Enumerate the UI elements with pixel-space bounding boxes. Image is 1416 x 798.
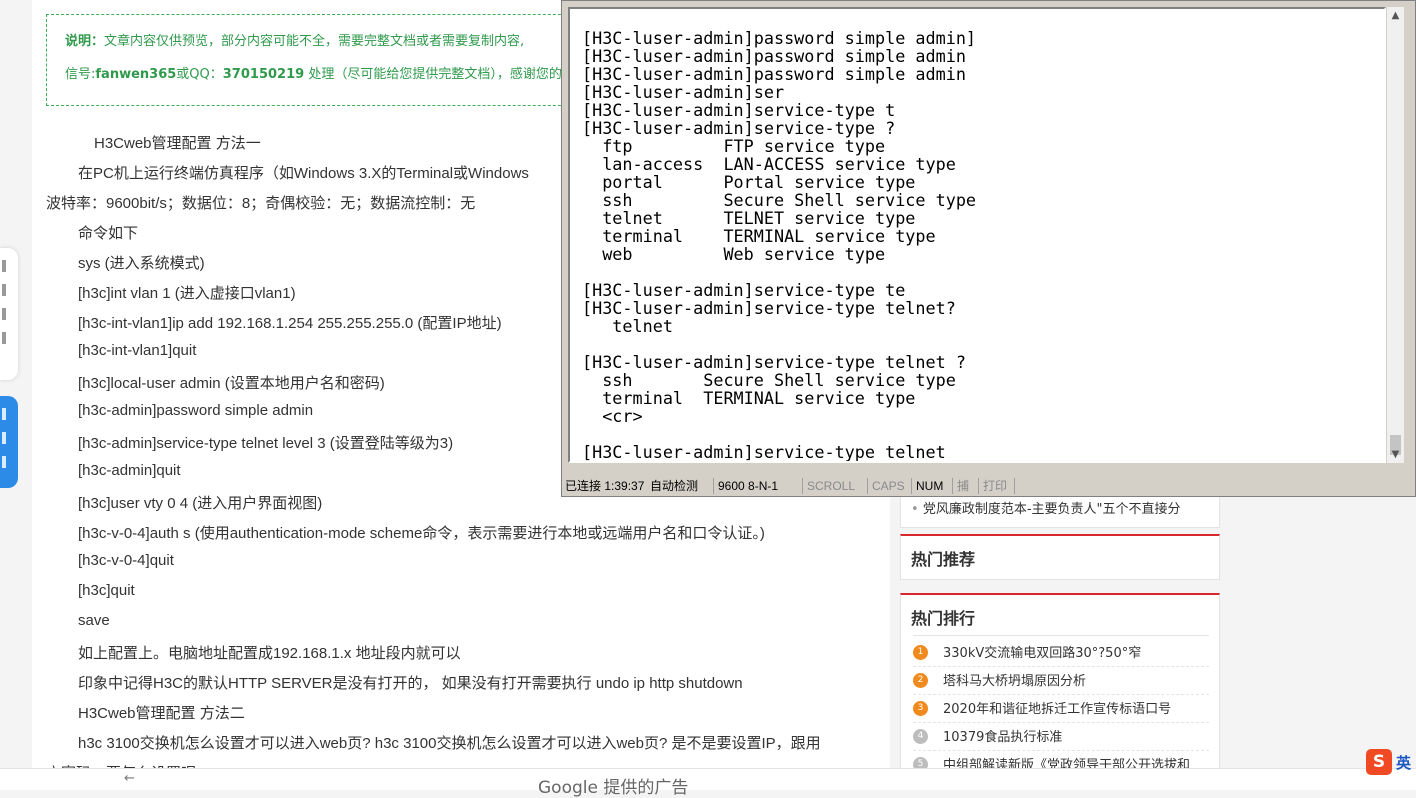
status-connection: 已连接 1:39:37 [565,479,645,493]
notice-qq-label: 或QQ： [176,67,223,82]
hot-rank-box: 热门排行 1 330kV交流输电双回路30°?50°窄 2 塔科马大桥坍塌原因分… [900,593,1220,789]
terminal-line: [H3C-luser-admin]service-type telnet [582,442,946,462]
side-float-tab-blue[interactable] [0,396,18,488]
hot-rank-title: 热门排行 [911,609,976,628]
command-line: [h3c-int-vlan1]ip add 192.168.1.254 255.… [78,315,502,332]
terminal-window[interactable]: [H3C-luser-admin]password simple admin][… [561,0,1416,497]
article-heading: H3Cweb管理配置 方法二 [78,705,245,722]
rank-link[interactable]: 2020年和谐征地拆迁工作宣传标语口号 [943,698,1171,717]
terminal-status-bar: 已连接 1:39:37 自动检测 9600 8-N-1 SCROLL CAPS … [562,476,1415,496]
terminal-line: ssh Secure Shell service type [582,190,977,210]
sidebar-link[interactable]: • 党风廉政制度范本-主要负责人"五个不直接分 [911,498,1180,517]
command-line: save [78,612,110,629]
status-scroll: SCROLL [802,478,855,494]
terminal-line: portal Portal service type [582,172,916,192]
rank-item[interactable]: 1 330kV交流输电双回路30°?50°窄 [913,638,1209,667]
article-paragraph: 波特率：9600bit/s；数据位：8；奇偶校验：无；数据流控制：无 [46,195,476,212]
article-paragraph: 在PC机上运行终端仿真程序（如Windows 3.X的Terminal或Wind… [78,165,529,182]
terminal-line: telnet TELNET service type [582,208,916,228]
command-line: sys (进入系统模式) [78,255,205,272]
status-caps: CAPS [867,478,905,494]
command-line: [h3c-admin]quit [78,462,181,479]
rank-link[interactable]: 330kV交流输电双回路30°?50°窄 [943,642,1141,661]
article-paragraph: 印象中记得H3C的默认HTTP SERVER是没有打开的， 如果没有打开需要执行… [78,675,743,692]
article-paragraph: 命令如下 [78,225,139,242]
rank-number: 4 [913,729,928,744]
bottom-ad-bar: ← Google 提供的广告 [0,768,1416,798]
terminal-line: <cr> [582,406,643,426]
notice-box: 说明：文章内容仅供预览，部分内容可能不全，需要完整文档或者需要复制内容, 信号:… [46,14,606,106]
terminal-line: [H3C-luser-admin]service-type telnet? [582,298,956,318]
command-line: [h3c]int vlan 1 (进入虚接口vlan1) [78,285,296,302]
terminal-screen[interactable]: [H3C-luser-admin]password simple admin][… [568,7,1386,463]
terminal-line: ssh Secure Shell service type [582,370,956,390]
command-line: [h3c-v-0-4]quit [78,552,174,569]
rank-number: 1 [913,645,928,660]
terminal-line: terminal TERMINAL service type [582,226,936,246]
notice-tail: 处理（尽可能给您提供完整文档），感谢您的 [304,67,562,82]
command-line: [h3c]user vty 0 4 (进入用户界面视图) [78,495,323,512]
terminal-line: [H3C-luser-admin]password simple admin [582,64,966,84]
notice-line-1: 说明：文章内容仅供预览，部分内容可能不全，需要完整文档或者需要复制内容, [65,25,605,58]
rank-link[interactable]: 10379食品执行标准 [943,726,1062,745]
hot-recommend-box: 热门推荐 [900,534,1220,580]
rank-item[interactable]: 4 10379食品执行标准 [913,722,1209,751]
terminal-line: [H3C-luser-admin]password simple admin] [582,28,977,48]
terminal-output: [H3C-luser-admin]password simple admin][… [582,29,976,461]
status-capture: 捕 [952,478,969,494]
status-baud: 9600 8-N-1 [713,478,778,494]
rank-number: 3 [913,701,928,716]
terminal-scrollbar[interactable]: ▲ ▼ [1387,7,1404,463]
status-divider [1014,478,1015,494]
command-line: [h3c-int-vlan1]quit [78,342,197,359]
command-line: [h3c-v-0-4]auth s (使用authentication-mode… [78,525,765,542]
command-line: [h3c-admin]password simple admin [78,402,314,419]
scroll-up-arrow-icon[interactable]: ▲ [1387,7,1404,24]
notice-qq-number: 370150219 [222,67,305,82]
notice-text: 文章内容仅供预览，部分内容可能不全，需要完整文档或者需要复制内容, [104,34,525,49]
sidebar-link-text: 党风廉政制度范本-主要负责人"五个不直接分 [922,502,1181,517]
rank-link[interactable]: 塔科马大桥坍塌原因分析 [943,670,1086,689]
terminal-line: [H3C-luser-admin]service-type ? [582,118,896,138]
terminal-line: [H3C-luser-admin]service-type te [582,280,906,300]
back-arrow-icon[interactable]: ← [124,771,135,786]
status-num: NUM [911,478,943,494]
notice-wechat-id: fanwen365 [95,67,177,82]
scroll-down-arrow-icon[interactable]: ▼ [1387,446,1404,463]
terminal-line: telnet [582,316,673,336]
article-paragraph: h3c 3100交换机怎么设置才可以进入web页? h3c 3100交换机怎么设… [78,735,821,752]
notice-line-2: 信号:fanwen365或QQ：370150219 处理（尽可能给您提供完整文档… [65,58,605,91]
command-line: [h3c]quit [78,582,135,599]
terminal-line: [H3C-luser-admin]service-type telnet ? [582,352,966,372]
notice-prefix: 说明： [65,34,105,49]
status-detect: 自动检测 [650,479,699,493]
article-paragraph: 如上配置上。电脑地址配置成192.168.1.x 地址段内就可以 [78,645,461,662]
side-float-tab[interactable] [0,248,18,380]
hot-recommend-title: 热门推荐 [911,550,976,569]
ad-label: Google 提供的广告 [538,778,689,798]
command-line: [h3c]local-user admin (设置本地用户名和密码) [78,375,385,392]
terminal-line: [H3C-luser-admin]ser [582,82,785,102]
rank-number: 2 [913,673,928,688]
ime-indicator[interactable]: S 英 [1366,749,1416,775]
terminal-line: lan-access LAN-ACCESS service type [582,154,956,174]
terminal-line: terminal TERMINAL service type [582,388,916,408]
ime-mode-label[interactable]: 英 [1396,752,1411,773]
rank-item[interactable]: 2 塔科马大桥坍塌原因分析 [913,666,1209,695]
sogou-ime-icon[interactable]: S [1366,749,1392,775]
rank-item[interactable]: 3 2020年和谐征地拆迁工作宣传标语口号 [913,694,1209,723]
status-print: 打印 [978,478,1007,494]
terminal-line: [H3C-luser-admin]service-type t [582,100,896,120]
bullet-icon: • [911,502,923,517]
terminal-line: [H3C-luser-admin]password simple admin [582,46,966,66]
article-heading: H3Cweb管理配置 方法一 [94,135,261,152]
terminal-line: web Web service type [582,244,886,264]
notice-contact-label: 信号: [65,67,96,82]
command-line: [h3c-admin]service-type telnet level 3 (… [78,435,454,452]
terminal-line: ftp FTP service type [582,136,886,156]
